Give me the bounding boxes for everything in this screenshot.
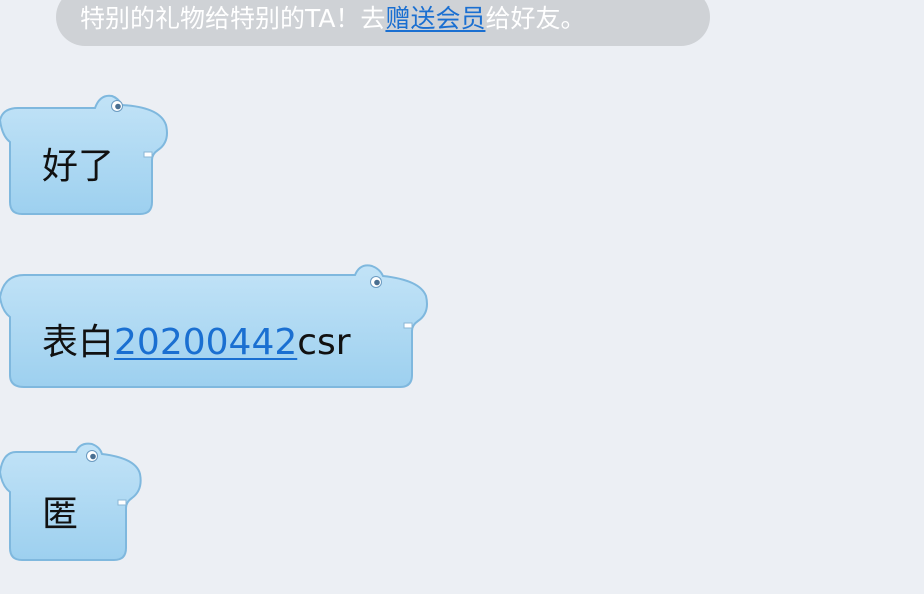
message-text: 匿: [42, 494, 79, 535]
number-link[interactable]: 20200442: [114, 322, 297, 363]
hippo-tooth: [143, 151, 153, 158]
message-text: 好了: [42, 146, 115, 187]
hippo-pupil: [90, 453, 96, 460]
hippo-pupil: [115, 103, 121, 110]
chat-message[interactable]: 好了: [0, 90, 175, 220]
hippo-tooth: [117, 499, 127, 506]
chat-message[interactable]: 表白20200442csr: [0, 263, 440, 393]
hippo-tooth: [403, 322, 413, 329]
system-notice-prefix: 特别的礼物给特别的TA！去: [80, 4, 386, 33]
system-notice-suffix: 给好友。: [485, 4, 586, 33]
hippo-pupil: [374, 279, 380, 286]
message-text-prefix: 表白: [42, 322, 115, 363]
message-text-suffix: csr: [297, 322, 351, 363]
message-text: 表白20200442csr: [42, 313, 351, 365]
chat-message[interactable]: 匿: [0, 440, 150, 570]
system-notice: 特别的礼物给特别的TA！去赠送会员给好友。: [56, 0, 710, 46]
gift-membership-link[interactable]: 赠送会员: [385, 4, 485, 33]
